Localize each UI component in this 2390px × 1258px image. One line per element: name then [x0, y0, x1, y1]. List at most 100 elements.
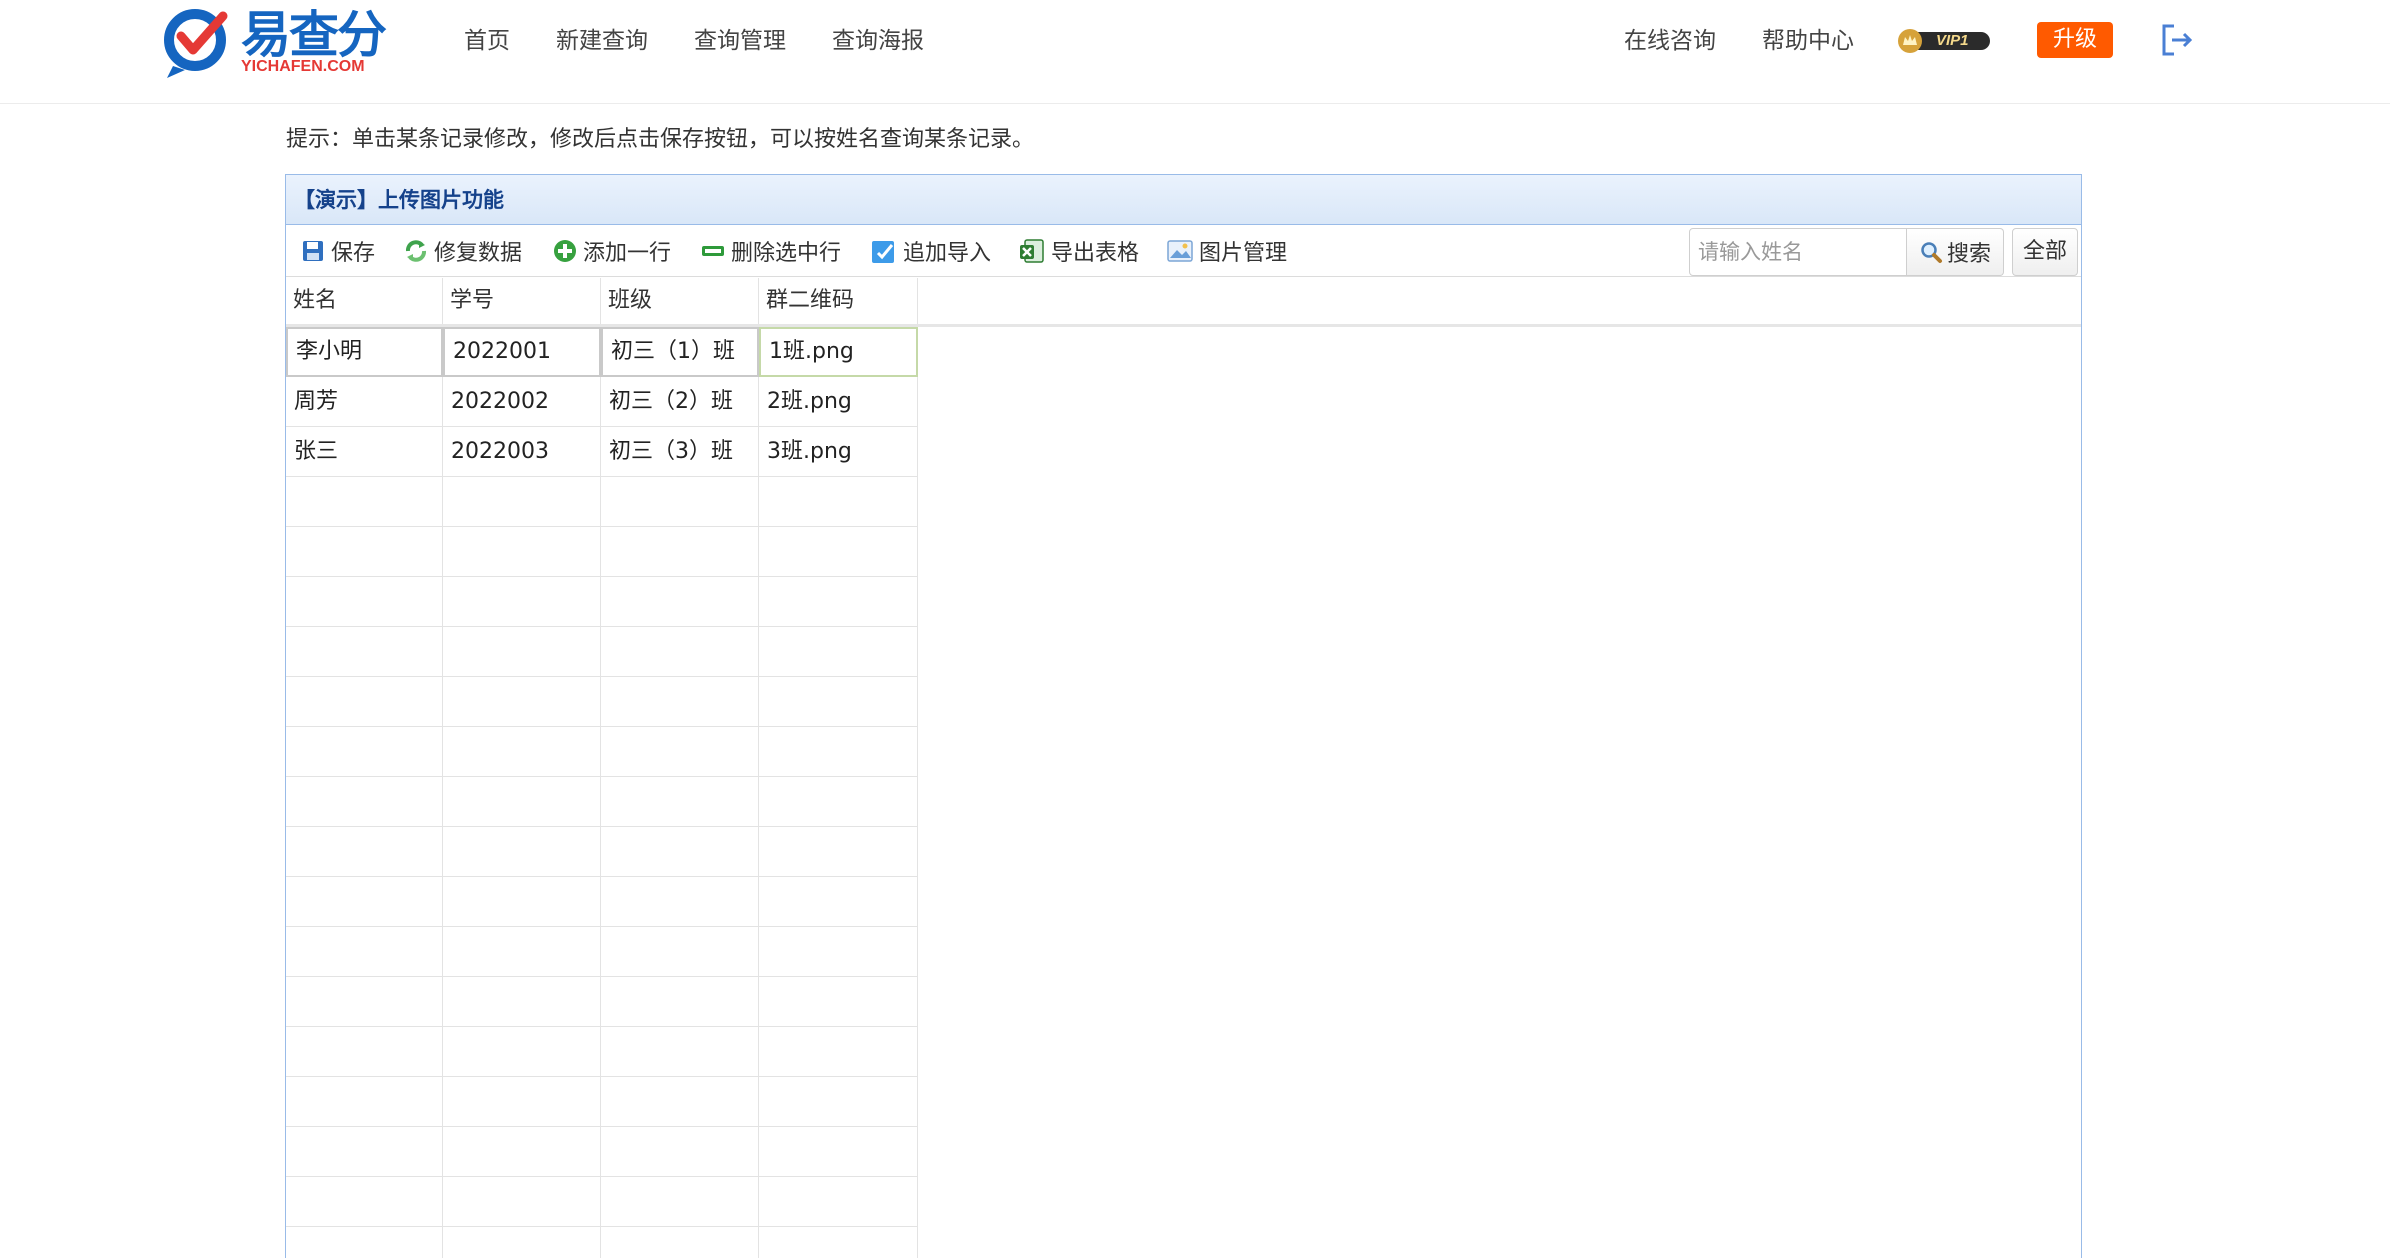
cell-qrcode[interactable]: 2班.png	[759, 377, 918, 427]
cell-class[interactable]	[601, 1227, 759, 1258]
col-header-name[interactable]: 姓名	[286, 278, 443, 324]
table-row[interactable]: 李小明 2022001 初三（1）班 1班.png	[286, 327, 918, 377]
cell-student-id[interactable]: 2022002	[443, 377, 601, 427]
cell-qrcode[interactable]	[759, 527, 918, 577]
cell-qrcode[interactable]	[759, 877, 918, 927]
cell-name[interactable]	[286, 877, 443, 927]
cell-qrcode[interactable]	[759, 1077, 918, 1127]
col-header-qrcode[interactable]: 群二维码	[759, 278, 918, 324]
cell-qrcode[interactable]	[759, 1227, 918, 1258]
cell-name[interactable]	[286, 577, 443, 627]
cell-class[interactable]: 初三（1）班	[601, 327, 759, 377]
cell-student-id[interactable]: 2022001	[443, 327, 601, 377]
table-row[interactable]	[286, 927, 918, 977]
upgrade-button[interactable]: 升级	[2037, 22, 2113, 58]
cell-student-id[interactable]	[443, 527, 601, 577]
search-button[interactable]: 搜索	[1907, 228, 2004, 276]
cell-class[interactable]	[601, 1077, 759, 1127]
logo[interactable]: 易查分 YICHAFEN.COM	[163, 6, 393, 80]
cell-name[interactable]	[286, 477, 443, 527]
nav-query-manage[interactable]: 查询管理	[694, 24, 786, 58]
cell-qrcode[interactable]	[759, 977, 918, 1027]
table-row[interactable]	[286, 477, 918, 527]
cell-class[interactable]	[601, 577, 759, 627]
cell-name[interactable]	[286, 777, 443, 827]
cell-qrcode[interactable]	[759, 627, 918, 677]
cell-class[interactable]	[601, 627, 759, 677]
cell-student-id[interactable]	[443, 577, 601, 627]
cell-student-id[interactable]	[443, 1027, 601, 1077]
cell-name[interactable]	[286, 627, 443, 677]
cell-name[interactable]: 张三	[286, 427, 443, 477]
search-input[interactable]: 请输入姓名	[1689, 228, 1907, 276]
cell-qrcode[interactable]	[759, 1177, 918, 1227]
delete-row-button[interactable]: 删除选中行	[701, 233, 841, 269]
repair-data-button[interactable]: 修复数据	[404, 233, 522, 269]
cell-student-id[interactable]	[443, 1227, 601, 1258]
cell-name[interactable]	[286, 827, 443, 877]
table-row[interactable]: 周芳 2022002 初三（2）班 2班.png	[286, 377, 918, 427]
cell-student-id[interactable]	[443, 727, 601, 777]
cell-class[interactable]	[601, 927, 759, 977]
cell-class[interactable]	[601, 477, 759, 527]
image-manage-button[interactable]: 图片管理	[1167, 233, 1287, 269]
cell-qrcode[interactable]	[759, 927, 918, 977]
table-row[interactable]	[286, 1227, 918, 1258]
cell-student-id[interactable]	[443, 927, 601, 977]
cell-name[interactable]	[286, 527, 443, 577]
cell-student-id[interactable]	[443, 1077, 601, 1127]
add-row-button[interactable]: 添加一行	[553, 233, 671, 269]
cell-name[interactable]	[286, 1077, 443, 1127]
cell-student-id[interactable]	[443, 627, 601, 677]
cell-class[interactable]: 初三（2）班	[601, 377, 759, 427]
cell-qrcode[interactable]	[759, 477, 918, 527]
cell-name[interactable]: 周芳	[286, 377, 443, 427]
col-header-class[interactable]: 班级	[601, 278, 759, 324]
cell-name[interactable]	[286, 1177, 443, 1227]
cell-name[interactable]	[286, 927, 443, 977]
table-row[interactable]	[286, 777, 918, 827]
table-row[interactable]	[286, 1177, 918, 1227]
cell-class[interactable]: 初三（3）班	[601, 427, 759, 477]
cell-qrcode[interactable]	[759, 577, 918, 627]
cell-qrcode[interactable]	[759, 677, 918, 727]
cell-class[interactable]	[601, 877, 759, 927]
save-button[interactable]: 保存	[301, 233, 375, 269]
cell-class[interactable]	[601, 977, 759, 1027]
table-row[interactable]	[286, 677, 918, 727]
cell-name[interactable]	[286, 677, 443, 727]
cell-student-id[interactable]	[443, 677, 601, 727]
cell-qrcode[interactable]	[759, 1027, 918, 1077]
nav-query-poster[interactable]: 查询海报	[832, 24, 924, 58]
cell-class[interactable]	[601, 1027, 759, 1077]
export-table-button[interactable]: 导出表格	[1019, 233, 1139, 269]
cell-student-id[interactable]	[443, 477, 601, 527]
cell-name[interactable]	[286, 977, 443, 1027]
cell-qrcode[interactable]	[759, 1127, 918, 1177]
logout-button[interactable]	[2160, 22, 2194, 58]
table-row[interactable]	[286, 527, 918, 577]
cell-student-id[interactable]	[443, 827, 601, 877]
nav-help-center[interactable]: 帮助中心	[1762, 24, 1854, 58]
cell-class[interactable]	[601, 1177, 759, 1227]
cell-qrcode[interactable]	[759, 827, 918, 877]
nav-new-query[interactable]: 新建查询	[556, 24, 648, 58]
table-row[interactable]	[286, 977, 918, 1027]
cell-name[interactable]	[286, 1227, 443, 1258]
nav-home[interactable]: 首页	[464, 24, 510, 58]
cell-qrcode[interactable]	[759, 727, 918, 777]
cell-class[interactable]	[601, 827, 759, 877]
table-row[interactable]	[286, 877, 918, 927]
table-row[interactable]	[286, 627, 918, 677]
nav-online-consult[interactable]: 在线咨询	[1624, 24, 1716, 58]
cell-name[interactable]: 李小明	[286, 327, 443, 377]
table-row[interactable]	[286, 727, 918, 777]
table-row[interactable]	[286, 1027, 918, 1077]
cell-qrcode[interactable]	[759, 777, 918, 827]
cell-class[interactable]	[601, 1127, 759, 1177]
cell-class[interactable]	[601, 777, 759, 827]
cell-name[interactable]	[286, 727, 443, 777]
cell-student-id[interactable]	[443, 977, 601, 1027]
append-import-button[interactable]: 追加导入	[871, 233, 991, 269]
table-row[interactable]	[286, 1077, 918, 1127]
